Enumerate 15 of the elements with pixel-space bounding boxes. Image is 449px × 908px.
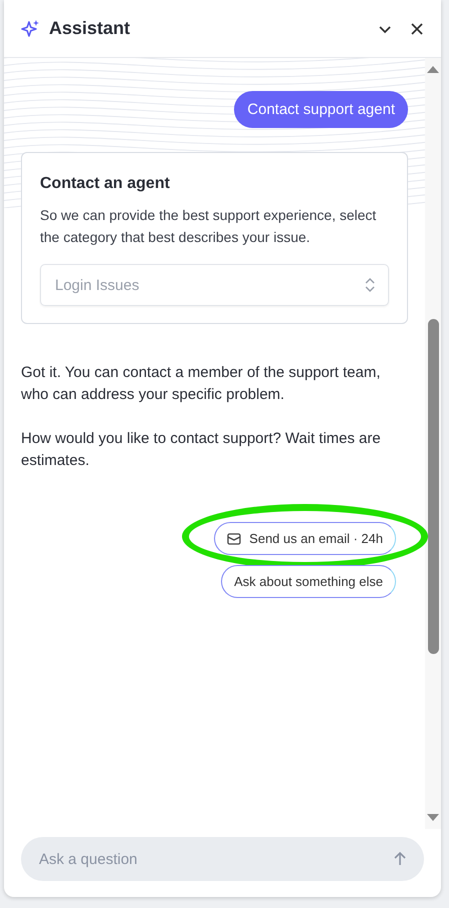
assistant-message: Got it. You can contact a member of the support team, who can address your specific problem. [21,363,382,405]
scrollbar[interactable] [425,58,441,829]
card-title: Contact an agent [40,175,171,193]
card-text: So we can provide the best support experience, select the category that best describes your issue. [40,206,378,247]
option-button[interactable]: Ask about something else [221,565,396,598]
mail-icon [227,532,242,544]
chevron-up-down-icon [364,277,376,293]
send-arrow-icon[interactable] [392,851,408,867]
option-button[interactable]: Send us an email · 24h [214,522,396,555]
close-icon [409,20,425,36]
user-message: Contact support agent [234,91,408,128]
assistant-message: How would you like to contact support? Wait times are estimates. [21,429,382,471]
question-field[interactable]: Ask a question [21,837,424,881]
sparkle-icon [21,18,41,38]
panel-title: Assistant [49,18,130,39]
